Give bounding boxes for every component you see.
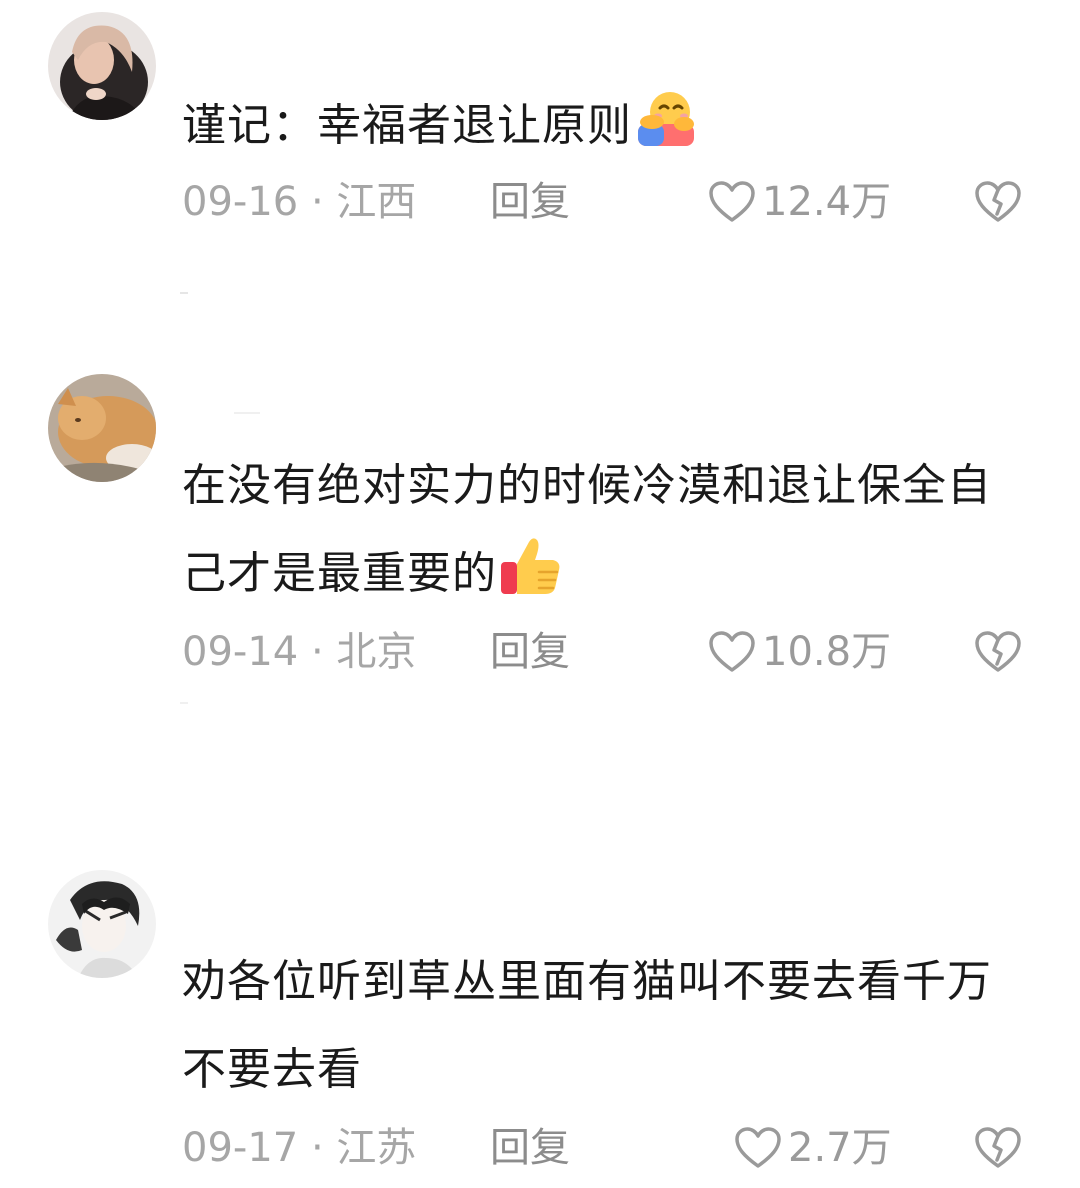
divider [234,412,260,414]
comment-location: 江西 [336,179,417,225]
comment-item: 谨记：幸福者退让原则 09-16 · 江西 回复 12.4万 [0,0,1080,290]
reply-button[interactable]: 回复 [490,626,570,678]
thumbs-up-emoji-icon [499,534,563,628]
comment-date-location: 09-17 · 江苏 [182,1122,416,1174]
comment-text: 在没有绝对实力的时候冷漠和退让保全自己才是最重要的 [182,442,1012,628]
broken-heart-icon [975,181,1021,222]
like-count: 2.7万 [788,1125,892,1171]
separator: · [298,629,337,675]
separator: · [298,1125,337,1171]
comment-date: 09-16 [182,179,299,225]
dislike-button[interactable] [974,1124,1022,1172]
avatar[interactable] [48,12,156,120]
heart-icon [735,1127,781,1168]
heart-icon [709,181,755,222]
separator: · [298,179,337,225]
like-button[interactable]: 10.8万 [708,626,891,678]
divider [180,292,188,294]
comment-item: 在没有绝对实力的时候冷漠和退让保全自己才是最重要的 09-14 · 北京 回复 … [0,360,1080,720]
heart-icon [709,631,755,672]
like-count: 10.8万 [762,629,892,675]
like-button[interactable]: 2.7万 [734,1122,892,1174]
hugging-face-emoji-icon [634,86,698,180]
reply-button[interactable]: 回复 [490,1122,570,1174]
comment-location: 江苏 [336,1125,417,1171]
comment-text-content: 在没有绝对实力的时候冷漠和退让保全自己才是最重要的 [182,460,992,599]
broken-heart-icon [975,1127,1021,1168]
comment-text: 劝各位听到草丛里面有猫叫不要去看千万不要去看 [182,938,1012,1114]
dislike-button[interactable] [974,178,1022,226]
comment-item: 劝各位听到草丛里面有猫叫不要去看千万不要去看 09-17 · 江苏 回复 2.7… [0,856,1080,1188]
comment-date-location: 09-14 · 北京 [182,626,416,678]
comment-date: 09-14 [182,629,299,675]
like-count: 12.4万 [762,179,892,225]
comment-location: 北京 [336,629,417,675]
divider [180,702,188,704]
comment-text-content: 谨记：幸福者退让原则 [182,100,632,151]
avatar[interactable] [48,870,156,978]
comment-date: 09-17 [182,1125,299,1171]
dislike-button[interactable] [974,628,1022,676]
comment-meta: 09-17 · 江苏 回复 2.7万 [182,1122,1042,1174]
comment-text-content: 劝各位听到草丛里面有猫叫不要去看千万不要去看 [182,956,992,1095]
avatar[interactable] [48,374,156,482]
comment-meta: 09-14 · 北京 回复 10.8万 [182,626,1042,678]
comment-text: 谨记：幸福者退让原则 [182,82,1012,180]
comment-meta: 09-16 · 江西 回复 12.4万 [182,176,1042,228]
comment-date-location: 09-16 · 江西 [182,176,416,228]
reply-button[interactable]: 回复 [490,176,570,228]
broken-heart-icon [975,631,1021,672]
like-button[interactable]: 12.4万 [708,176,891,228]
